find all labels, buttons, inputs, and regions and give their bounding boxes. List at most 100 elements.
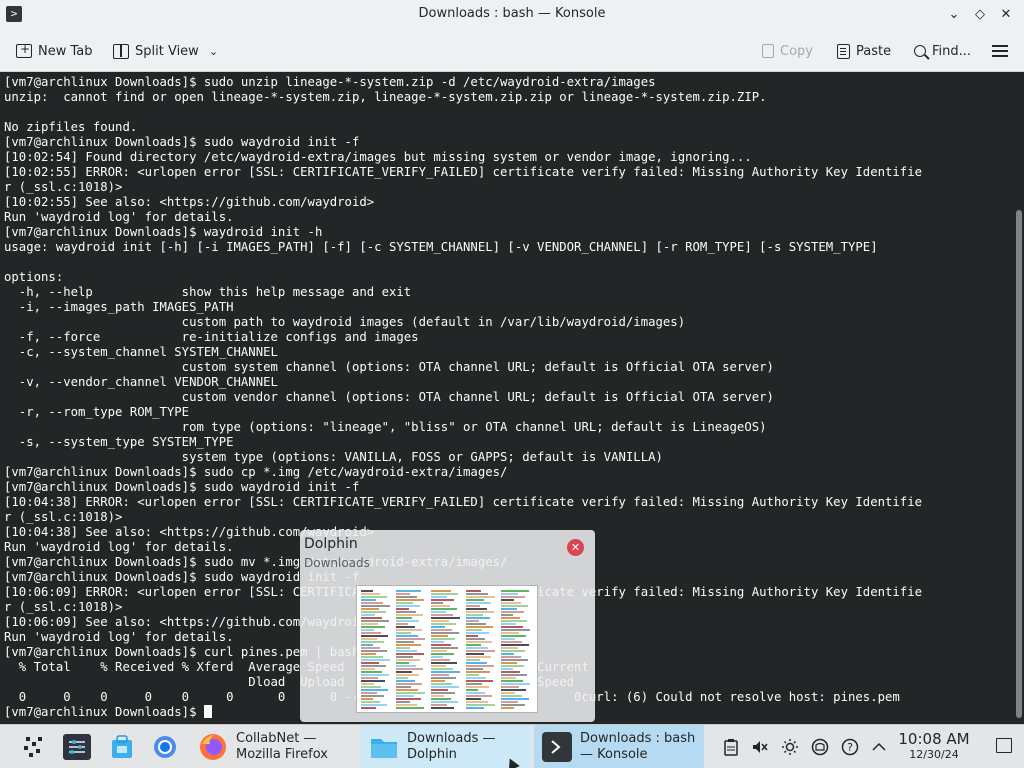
thumbnail-row xyxy=(396,602,413,604)
network-icon[interactable] xyxy=(811,738,829,756)
thumbnail-row xyxy=(396,623,408,625)
thumbnail-row xyxy=(431,599,454,601)
task-firefox[interactable]: CollabNet — Mozilla Firefox xyxy=(190,725,358,768)
thumbnail-row xyxy=(501,692,515,694)
clipboard-icon[interactable] xyxy=(722,738,740,756)
volume-muted-icon[interactable] xyxy=(751,738,769,756)
new-tab-label: New Tab xyxy=(38,43,93,59)
close-window-button[interactable]: ✕ xyxy=(567,539,584,556)
thumbnail-row xyxy=(361,650,387,652)
terminal-line: Run 'waydroid log' for details. xyxy=(4,630,234,644)
thumbnail-row xyxy=(361,689,388,691)
terminal-line: rom type (options: "lineage", "bliss" or… xyxy=(4,420,767,434)
thumbnail-row xyxy=(501,680,523,682)
find-button[interactable]: Find... xyxy=(914,38,971,64)
thumbnail-row xyxy=(466,620,479,622)
window-thumbnail[interactable] xyxy=(356,585,538,713)
thumbnail-row xyxy=(396,692,425,694)
thumbnail-row xyxy=(501,620,527,622)
find-label: Find... xyxy=(932,43,972,59)
app-launcher-icon[interactable] xyxy=(20,734,48,760)
terminal-line: [vm7@archlinux Downloads]$ waydroid init… xyxy=(4,225,323,239)
thumbnail-row xyxy=(361,641,384,643)
task-konsole[interactable]: Downloads : bash — Konsole xyxy=(534,725,704,768)
chromium-icon[interactable] xyxy=(151,734,179,760)
terminal-line: custom path to waydroid images (default … xyxy=(4,315,686,329)
thumbnail-row xyxy=(466,653,484,655)
close-button[interactable]: ✕ xyxy=(996,4,1016,26)
thumbnail-row xyxy=(466,683,482,685)
copy-label: Copy xyxy=(780,43,813,59)
copy-button[interactable]: Copy xyxy=(762,38,813,64)
terminal-line: [vm7@archlinux Downloads]$ sudo unzip li… xyxy=(4,75,656,89)
terminal-line: -s, --system_type SYSTEM_TYPE xyxy=(4,435,234,449)
thumbnail-row xyxy=(466,602,491,604)
thumbnail-row xyxy=(396,668,423,670)
terminal-line: [vm7@archlinux Downloads]$ sudo waydroid… xyxy=(4,135,360,149)
paste-button[interactable]: Paste xyxy=(837,38,891,64)
thumbnail-row xyxy=(396,653,424,655)
thumbnail-row xyxy=(501,617,520,619)
system-settings-icon[interactable] xyxy=(63,734,91,760)
thumbnail-row xyxy=(361,665,386,667)
terminal-line: Run 'waydroid log' for details. xyxy=(4,210,234,224)
thumbnail-row xyxy=(396,647,410,649)
terminal-line: system type (options: VANILLA, FOSS or G… xyxy=(4,450,663,464)
chevron-up-icon[interactable] xyxy=(870,738,888,756)
maximize-button[interactable]: ◇ xyxy=(970,4,990,26)
show-desktop-button[interactable] xyxy=(996,738,1012,753)
thumbnail-row xyxy=(431,596,447,598)
thumbnail-row xyxy=(501,686,519,688)
search-icon xyxy=(914,45,926,57)
terminal-scrollbar[interactable] xyxy=(1016,210,1022,718)
thumbnail-row xyxy=(361,608,379,610)
dolphin-task-preview[interactable]: Dolphin Downloads ✕ xyxy=(300,530,595,722)
thumbnail-row xyxy=(466,668,483,670)
minimize-button[interactable]: ⌄ xyxy=(944,4,964,26)
thumbnail-row xyxy=(361,602,383,604)
terminal-line: unzip: cannot find or open lineage-*-sys… xyxy=(4,90,767,104)
terminal-line: Run 'waydroid log' for details. xyxy=(4,540,234,554)
thumbnail-row xyxy=(396,662,409,664)
terminal-line: -v, --vendor_channel VENDOR_CHANNEL xyxy=(4,375,278,389)
thumbnail-row xyxy=(396,665,416,667)
thumbnail-row xyxy=(466,701,488,703)
thumbnail-row xyxy=(431,671,460,673)
task-label-line1: Downloads — xyxy=(407,731,496,746)
brightness-icon[interactable] xyxy=(781,738,799,756)
hamburger-menu-icon xyxy=(992,45,1008,57)
thumbnail-row xyxy=(431,611,446,613)
window-titlebar[interactable]: > Downloads : bash — Konsole ⌄ ◇ ✕ xyxy=(0,0,1024,30)
thumbnail-row xyxy=(361,638,377,640)
new-tab-button[interactable]: New Tab xyxy=(16,38,93,64)
thumbnail-row xyxy=(466,638,485,640)
thumbnail-row xyxy=(431,662,457,664)
clock-date: 12/30/24 xyxy=(909,748,959,761)
thumbnail-row xyxy=(501,674,527,676)
thumbnail-row xyxy=(361,611,386,613)
terminal-line: [vm7@archlinux Downloads]$ sudo waydroid… xyxy=(4,480,360,494)
thumbnail-row xyxy=(431,653,454,655)
split-view-label: Split View xyxy=(135,43,199,59)
thumbnail-row xyxy=(431,641,444,643)
thumbnail-row xyxy=(501,590,529,592)
preview-title: Dolphin xyxy=(304,536,358,552)
split-view-button[interactable]: Split View ⌄ xyxy=(113,38,218,64)
thumbnail-row xyxy=(501,611,524,613)
thumbnail-row xyxy=(361,623,378,625)
thumbnail-row xyxy=(361,605,390,607)
thumbnail-row xyxy=(501,695,522,697)
thumbnail-row xyxy=(396,650,417,652)
thumbnail-row xyxy=(431,626,445,628)
thumbnail-row xyxy=(361,659,390,661)
help-icon[interactable]: ? xyxy=(841,738,859,756)
clock[interactable]: 10:08 AM 12/30/24 xyxy=(896,730,972,762)
thumbnail-row xyxy=(361,617,382,619)
thumbnail-row xyxy=(466,680,493,682)
thumbnail-row xyxy=(431,617,460,619)
thumbnail-row xyxy=(466,623,486,625)
thumbnail-row xyxy=(396,605,420,607)
main-menu-button[interactable] xyxy=(992,38,1008,64)
thumbnail-row xyxy=(361,632,381,634)
discover-icon[interactable] xyxy=(108,734,136,760)
